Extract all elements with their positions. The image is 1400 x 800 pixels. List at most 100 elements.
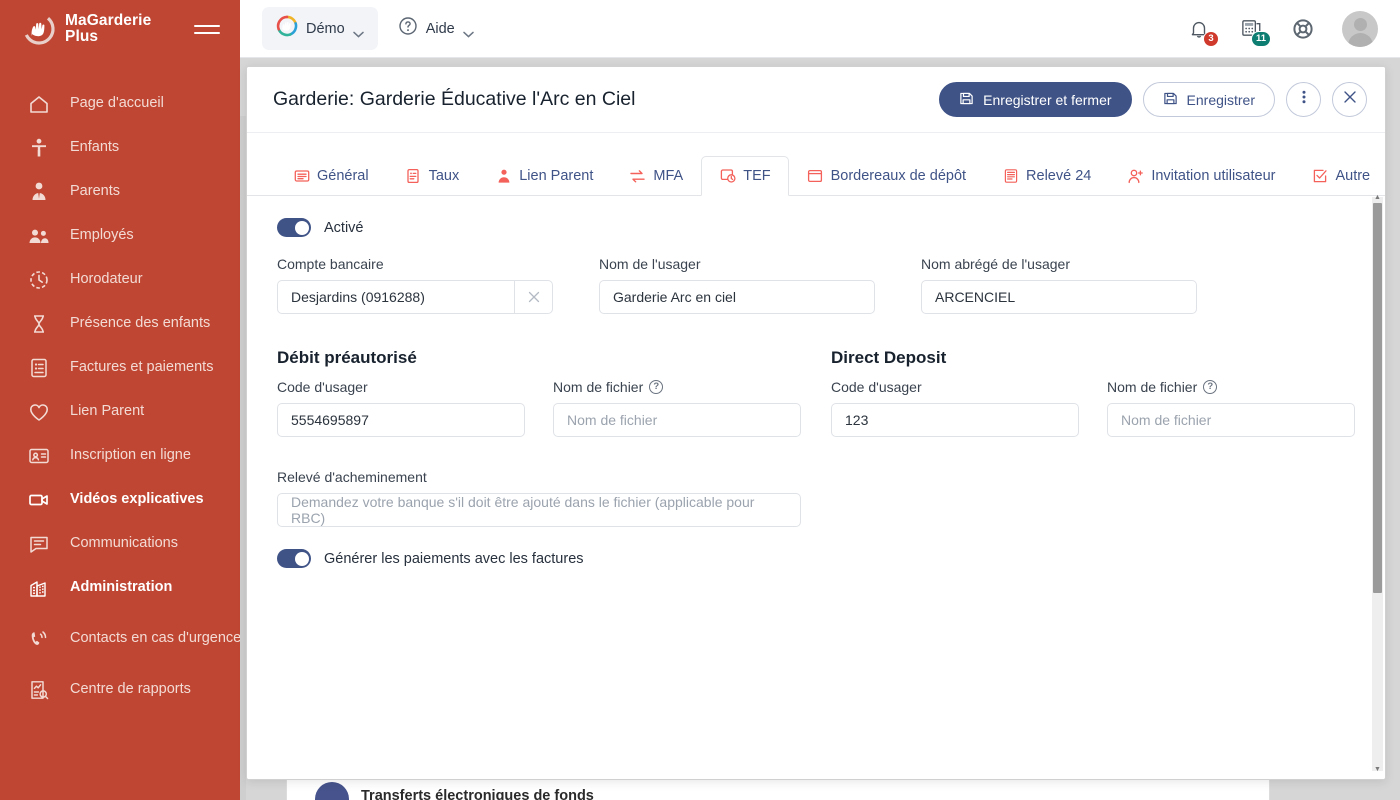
- child-icon: [26, 135, 52, 161]
- sidebar-item-videos-explicatives[interactable]: Vidéos explicatives: [0, 478, 240, 522]
- sidebar-item-label: Lien Parent: [70, 403, 145, 420]
- pad-file-name-input[interactable]: Nom de fichier: [553, 403, 801, 437]
- clear-bank-account-button[interactable]: [514, 281, 552, 313]
- tab-releve-24[interactable]: Relevé 24: [984, 156, 1109, 196]
- sidebar: MaGarderie Plus Page d'accueil Enfants P…: [0, 0, 240, 800]
- background-card-avatar: [315, 782, 349, 800]
- question-circle-icon[interactable]: ?: [649, 380, 664, 394]
- building-icon: [26, 575, 52, 601]
- close-icon: [1343, 90, 1357, 109]
- bank-account-value: Desjardins (0916288): [291, 289, 425, 305]
- more-options-button[interactable]: [1286, 82, 1321, 117]
- sidebar-item-administration[interactable]: Administration: [0, 566, 240, 610]
- sidebar-brand[interactable]: MaGarderie Plus: [0, 0, 240, 58]
- user-name-input[interactable]: Garderie Arc en ciel: [599, 280, 875, 314]
- sidebar-item-communications[interactable]: Communications: [0, 522, 240, 566]
- help-label: Aide: [425, 20, 455, 37]
- tenant-selector-demo[interactable]: Démo: [262, 7, 378, 50]
- save-button[interactable]: Enregistrer: [1142, 82, 1275, 117]
- pad-user-code-input[interactable]: 5554695897: [277, 403, 525, 437]
- sidebar-item-label: Page d'accueil: [70, 95, 164, 112]
- dd-file-name-field: Nom de fichier ? Nom de fichier: [1107, 379, 1355, 437]
- bank-account-field: Compte bancaire Desjardins (0916288): [277, 256, 553, 314]
- tab-label: Relevé 24: [1026, 168, 1092, 184]
- short-name-input[interactable]: ARCENCIEL: [921, 280, 1197, 314]
- generate-payments-toggle[interactable]: [277, 549, 311, 568]
- tab-bordereaux-de-depot[interactable]: Bordereaux de dépôt: [789, 156, 984, 196]
- generate-payments-label: Générer les paiements avec les factures: [324, 550, 584, 567]
- help-menu[interactable]: Aide: [392, 8, 480, 49]
- tab-autre[interactable]: Autre: [1293, 156, 1385, 196]
- routing-statement-input[interactable]: Demandez votre banque s'il doit être ajo…: [277, 493, 801, 527]
- tab-tef[interactable]: TEF: [701, 156, 789, 196]
- close-icon: [528, 291, 539, 303]
- generate-payments-toggle-row: Générer les paiements avec les factures: [277, 549, 1355, 568]
- sidebar-item-factures-et-paiements[interactable]: Factures et paiements: [0, 346, 240, 390]
- id-card-icon: [26, 443, 52, 469]
- chevron-down-icon: [352, 25, 364, 38]
- bell-icon[interactable]: 3: [1186, 16, 1219, 47]
- brand-title: MaGarderie Plus: [65, 13, 151, 45]
- routing-statement-label: Relevé d'acheminement: [277, 469, 427, 485]
- sidebar-item-label: Horodateur: [70, 271, 143, 288]
- modal-body: Général Taux Lien Parent MFA TEF Bordere…: [247, 133, 1385, 779]
- brand-left: MaGarderie Plus: [22, 12, 151, 46]
- dd-file-name-label: Nom de fichier ?: [1107, 379, 1355, 395]
- sidebar-item-centre-de-rapports[interactable]: Centre de rapports: [0, 668, 240, 712]
- calculator-icon[interactable]: 11: [1238, 16, 1271, 47]
- sidebar-item-label: Inscription en ligne: [70, 447, 191, 464]
- scroll-down-arrow-icon[interactable]: ▼: [1372, 764, 1383, 775]
- pad-user-code-field: Code d'usager 5554695897: [277, 379, 525, 437]
- sidebar-item-label: Contacts en cas d'urgence: [70, 630, 240, 647]
- question-circle-icon[interactable]: ?: [1203, 380, 1218, 394]
- dd-file-name-label-text: Nom de fichier: [1107, 379, 1198, 395]
- report-search-icon: [26, 677, 52, 703]
- sidebar-item-employes[interactable]: Employés: [0, 214, 240, 258]
- bell-badge: 3: [1203, 30, 1219, 47]
- garderie-modal: Garderie: Garderie Éducative l'Arc en Ci…: [246, 66, 1386, 780]
- document-icon: [1002, 168, 1019, 185]
- app-root: MaGarderie Plus Page d'accueil Enfants P…: [0, 0, 1400, 800]
- user-name-label: Nom de l'usager: [599, 256, 701, 272]
- tab-general[interactable]: Général: [275, 156, 387, 196]
- tab-lien-parent[interactable]: Lien Parent: [477, 156, 611, 196]
- background-card-title: Transferts électroniques de fonds: [361, 788, 594, 800]
- dd-file-name-input[interactable]: Nom de fichier: [1107, 403, 1355, 437]
- tab-invitation-utilisateur[interactable]: Invitation utilisateur: [1109, 156, 1293, 196]
- avatar-head: [1353, 17, 1367, 31]
- tef-form: Activé Compte bancaire Desjardins (09162…: [247, 196, 1385, 779]
- sidebar-item-page-daccueil[interactable]: Page d'accueil: [0, 82, 240, 126]
- sidebar-item-contacts-en-cas-durgence[interactable]: Contacts en cas d'urgence: [0, 610, 240, 668]
- scrollbar-thumb[interactable]: [1373, 203, 1382, 593]
- dd-user-code-input[interactable]: 123: [831, 403, 1079, 437]
- sidebar-item-lien-parent[interactable]: Lien Parent: [0, 390, 240, 434]
- tab-taux[interactable]: Taux: [387, 156, 478, 196]
- sidebar-item-inscription-en-ligne[interactable]: Inscription en ligne: [0, 434, 240, 478]
- close-modal-button[interactable]: [1332, 82, 1367, 117]
- tab-mfa[interactable]: MFA: [611, 156, 701, 196]
- tab-label: MFA: [653, 168, 684, 184]
- sidebar-item-presence-des-enfants[interactable]: Présence des enfants: [0, 302, 240, 346]
- direct-deposit-grid: Code d'usager 123 Nom de fichier ? Nom d…: [831, 379, 1355, 437]
- sidebar-item-parents[interactable]: Parents: [0, 170, 240, 214]
- sidebar-item-enfants[interactable]: Enfants: [0, 126, 240, 170]
- save-label: Enregistrer: [1186, 91, 1255, 108]
- scroll-up-arrow-icon[interactable]: ▲: [1372, 192, 1383, 203]
- bank-account-select[interactable]: Desjardins (0916288): [277, 280, 553, 314]
- modal-scrollbar[interactable]: ▲ ▼: [1372, 194, 1383, 773]
- page-background: Transferts électroniques de fonds Garder…: [240, 58, 1400, 800]
- short-name-field: Nom abrégé de l'usager ARCENCIEL: [921, 256, 1197, 314]
- user-name-field: Nom de l'usager Garderie Arc en ciel: [599, 256, 875, 314]
- people-icon: [26, 223, 52, 249]
- hamburger-icon[interactable]: [194, 19, 222, 39]
- top-icon-group: 3 11: [1186, 10, 1378, 47]
- user-avatar[interactable]: [1342, 10, 1378, 47]
- sidebar-item-horodateur[interactable]: Horodateur: [0, 258, 240, 302]
- sidebar-item-label: Factures et paiements: [70, 359, 214, 376]
- lifebuoy-icon[interactable]: [1290, 16, 1316, 42]
- save-and-close-button[interactable]: Enregistrer et fermer: [939, 82, 1132, 117]
- calculator-badge: 11: [1250, 30, 1271, 47]
- enabled-toggle[interactable]: [277, 218, 311, 237]
- sidebar-item-label: Administration: [70, 579, 173, 596]
- home-icon: [26, 91, 52, 117]
